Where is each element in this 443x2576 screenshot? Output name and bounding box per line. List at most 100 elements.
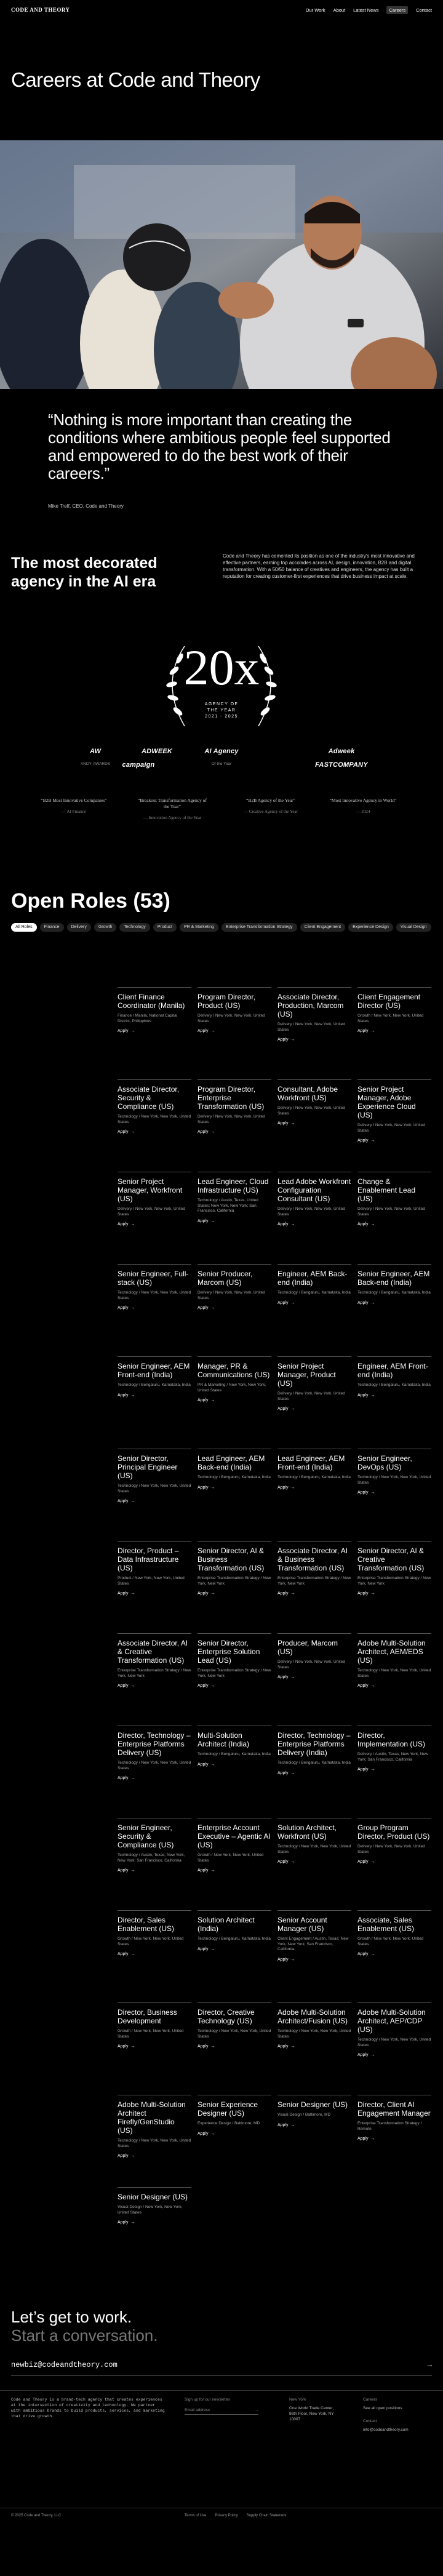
apply-link[interactable]: Apply → xyxy=(277,1222,351,1226)
apply-link[interactable]: Apply → xyxy=(357,1860,431,1864)
nav-link-about[interactable]: About xyxy=(333,7,346,13)
job-card[interactable]: Manager, PR & Communications (US) PR & Ma… xyxy=(198,1356,271,1402)
legal-link[interactable]: Supply Chain Statement xyxy=(247,2514,287,2518)
apply-link[interactable]: Apply → xyxy=(198,2132,271,2136)
apply-link[interactable]: Apply → xyxy=(118,1684,191,1688)
job-card[interactable]: Senior Director, AI & Business Transform… xyxy=(198,1541,271,1596)
apply-link[interactable]: Apply → xyxy=(357,2053,431,2057)
apply-link[interactable]: Apply → xyxy=(198,1130,271,1134)
apply-link[interactable]: Apply → xyxy=(277,1675,351,1679)
job-card[interactable]: Senior Engineer, DevOps (US) Technology /… xyxy=(357,1449,431,1495)
job-card[interactable]: Adobe Multi-Solution Architect Firefly/G… xyxy=(118,2095,191,2158)
job-card[interactable]: Consultant, Adobe Workfront (US) Delivery… xyxy=(277,1079,351,1126)
apply-link[interactable]: Apply → xyxy=(198,1762,271,1767)
apply-link[interactable]: Apply → xyxy=(357,1591,431,1596)
job-card[interactable]: Group Program Director, Product (US) Deli… xyxy=(357,1818,431,1864)
apply-link[interactable]: Apply → xyxy=(357,1301,431,1305)
nav-link-work[interactable]: Our Work xyxy=(306,7,325,13)
apply-link[interactable]: Apply → xyxy=(118,1029,191,1033)
job-card[interactable]: Director, Product – Data Infrastructure … xyxy=(118,1541,191,1596)
apply-link[interactable]: Apply → xyxy=(118,1591,191,1596)
job-card[interactable]: Solution Architect (India) Technology / B… xyxy=(198,1910,271,1951)
filter-chip[interactable]: Product xyxy=(153,923,177,932)
legal-link[interactable]: Terms of Use xyxy=(185,2514,206,2518)
job-card[interactable]: Adobe Multi-Solution Architect, AEM/EDS … xyxy=(357,1633,431,1688)
job-card[interactable]: Adobe Multi-Solution Architect, AEP/CDP … xyxy=(357,2002,431,2057)
job-card[interactable]: Director, Creative Technology (US) Techno… xyxy=(198,2002,271,2049)
apply-link[interactable]: Apply → xyxy=(118,2044,191,2049)
job-card[interactable]: Director, Business Development Growth / N… xyxy=(118,2002,191,2049)
job-card[interactable]: Senior Experience Designer (US) Experienc… xyxy=(198,2095,271,2136)
apply-link[interactable]: Apply → xyxy=(198,1868,271,1873)
nav-link-careers[interactable]: Careers xyxy=(386,6,409,14)
filter-chip[interactable]: All Roles xyxy=(11,923,37,932)
apply-link[interactable]: Apply → xyxy=(198,1029,271,1033)
apply-link[interactable]: Apply → xyxy=(277,1038,351,1042)
apply-link[interactable]: Apply → xyxy=(198,1684,271,1688)
job-card[interactable]: Client Engagement Director (US) Growth / … xyxy=(357,987,431,1033)
job-card[interactable]: Change & Enablement Lead (US) Delivery / … xyxy=(357,1172,431,1226)
apply-link[interactable]: Apply → xyxy=(357,1767,431,1772)
apply-link[interactable]: Apply → xyxy=(118,1306,191,1310)
job-card[interactable]: Senior Project Manager, Workfront (US) De… xyxy=(118,1172,191,1226)
apply-link[interactable]: Apply → xyxy=(118,2220,191,2225)
job-card[interactable]: Director, Sales Enablement (US) Growth / … xyxy=(118,1910,191,1956)
apply-link[interactable]: Apply → xyxy=(118,1776,191,1780)
filter-chip[interactable]: Visual Design xyxy=(396,923,431,932)
apply-link[interactable]: Apply → xyxy=(277,2123,351,2127)
job-card[interactable]: Solution Architect, Workfront (US) Techno… xyxy=(277,1818,351,1864)
careers-link[interactable]: See all open positions xyxy=(363,2406,409,2411)
job-card[interactable]: Director, Implementation (US) Delivery / … xyxy=(357,1726,431,1772)
apply-link[interactable]: Apply → xyxy=(118,1222,191,1226)
nav-link-contact[interactable]: Contact xyxy=(416,7,432,13)
apply-link[interactable]: Apply → xyxy=(277,1771,351,1775)
filter-chip[interactable]: Enterprise Transformation Strategy xyxy=(221,923,297,932)
job-card[interactable]: Senior Engineer, Security & Compliance (… xyxy=(118,1818,191,1873)
job-card[interactable]: Senior Engineer, Full-stack (US) Technolo… xyxy=(118,1264,191,1310)
apply-link[interactable]: Apply → xyxy=(118,1393,191,1398)
job-card[interactable]: Associate Director, Production, Marcom (… xyxy=(277,987,351,1042)
apply-link[interactable]: Apply → xyxy=(118,1868,191,1873)
filter-chip[interactable]: Technology xyxy=(119,923,150,932)
newsletter-input[interactable]: Email address → xyxy=(185,2407,258,2415)
apply-link[interactable]: Apply → xyxy=(118,1499,191,1503)
contact-email[interactable]: info@codeandtheory.com xyxy=(363,2427,409,2433)
job-card[interactable]: Senior Director, Enterprise Solution Lea… xyxy=(198,1633,271,1688)
apply-link[interactable]: Apply → xyxy=(198,1486,271,1490)
apply-link[interactable]: Apply → xyxy=(277,1301,351,1305)
job-card[interactable]: Senior Engineer, AEM Back-end (India) Tec… xyxy=(357,1264,431,1305)
apply-link[interactable]: Apply → xyxy=(198,1591,271,1596)
apply-link[interactable]: Apply → xyxy=(277,2044,351,2049)
apply-link[interactable]: Apply → xyxy=(357,1684,431,1688)
apply-link[interactable]: Apply → xyxy=(357,1138,431,1143)
job-card[interactable]: Enterprise Account Executive – Agentic A… xyxy=(198,1818,271,1873)
job-card[interactable]: Lead Adobe Workfront Configuration Consu… xyxy=(277,1172,351,1226)
job-card[interactable]: Senior Designer (US) Visual Design / New … xyxy=(118,2187,191,2225)
filter-chip[interactable]: PR & Marketing xyxy=(179,923,218,932)
apply-link[interactable]: Apply → xyxy=(118,1130,191,1134)
job-card[interactable]: Program Director, Enterprise Transformat… xyxy=(198,1079,271,1134)
job-card[interactable]: Client Finance Coordinator (Manila) Finan… xyxy=(118,987,191,1033)
filter-chip[interactable]: Client Engagement xyxy=(300,923,346,932)
job-card[interactable]: Director, Technology – Enterprise Platfo… xyxy=(118,1726,191,1780)
job-card[interactable]: Lead Engineer, AEM Back-end (India) Techn… xyxy=(198,1449,271,1490)
apply-link[interactable]: Apply → xyxy=(357,1393,431,1398)
filter-chip[interactable]: Finance xyxy=(39,923,64,932)
apply-link[interactable]: Apply → xyxy=(277,1121,351,1126)
apply-link[interactable]: Apply → xyxy=(277,1860,351,1864)
filter-chip[interactable]: Experience Design xyxy=(348,923,393,932)
job-card[interactable]: Producer, Marcom (US) Delivery / New York… xyxy=(277,1633,351,1679)
apply-link[interactable]: Apply → xyxy=(277,1591,351,1596)
job-card[interactable]: Senior Director, AI & Creative Transform… xyxy=(357,1541,431,1596)
apply-link[interactable]: Apply → xyxy=(277,1407,351,1411)
job-card[interactable]: Senior Designer (US) Visual Design / Balt… xyxy=(277,2095,351,2127)
job-card[interactable]: Associate Director, AI & Business Transf… xyxy=(277,1541,351,1596)
job-card[interactable]: Adobe Multi-Solution Architect/Fusion (U… xyxy=(277,2002,351,2049)
contact-email-link[interactable]: newbiz@codeandtheory.com → xyxy=(11,2361,432,2376)
apply-link[interactable]: Apply → xyxy=(357,1952,431,1956)
apply-link[interactable]: Apply → xyxy=(277,1958,351,1962)
job-card[interactable]: Associate, Sales Enablement (US) Growth /… xyxy=(357,1910,431,1956)
job-card[interactable]: Multi-Solution Architect (India) Technolo… xyxy=(198,1726,271,1767)
filter-chip[interactable]: Delivery xyxy=(66,923,91,932)
job-card[interactable]: Senior Project Manager, Product (US) Deli… xyxy=(277,1356,351,1411)
